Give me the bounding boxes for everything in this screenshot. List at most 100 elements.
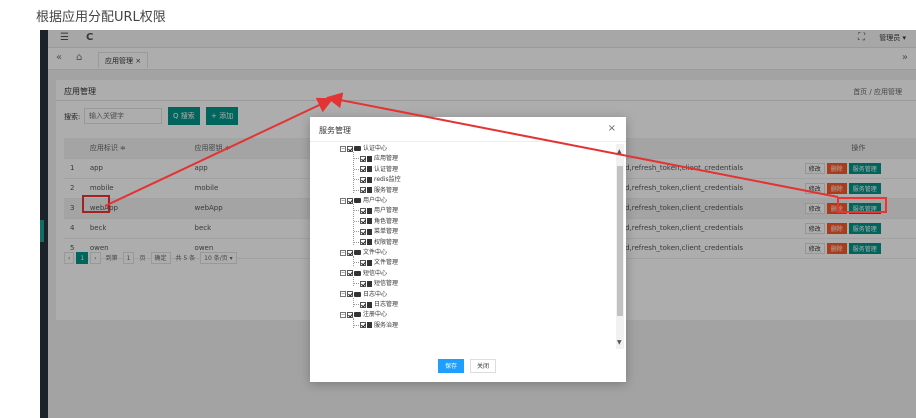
tree-item[interactable]: 应用管理: [354, 154, 398, 163]
tree-connector: [354, 231, 359, 233]
tree-connector: [354, 262, 359, 264]
save-button[interactable]: 保存: [438, 359, 465, 373]
tree-guide-line: [353, 276, 354, 287]
collapse-icon[interactable]: −: [340, 249, 346, 256]
tree-group-label: 注册中心: [363, 311, 388, 319]
folder-icon: [354, 198, 361, 203]
tree-item[interactable]: 服务管理: [354, 186, 398, 195]
tree-guide-line: [353, 318, 354, 328]
folder-icon: [354, 146, 361, 151]
file-icon: [367, 166, 372, 173]
tree-group[interactable]: − 文件中心: [340, 248, 387, 257]
tree-guide-line: [353, 152, 354, 193]
checkbox-icon[interactable]: [347, 311, 353, 318]
tree-item[interactable]: 角色管理: [354, 217, 398, 226]
tree-item[interactable]: 文件管理: [354, 258, 398, 267]
checkbox-icon[interactable]: [347, 291, 353, 298]
tree-item-label: 日志管理: [374, 301, 399, 308]
folder-icon: [354, 291, 361, 297]
tree-connector: [354, 304, 359, 305]
service-button-highlight: [837, 197, 887, 213]
file-icon: [367, 207, 372, 214]
file-icon: [367, 280, 372, 287]
checkbox-icon[interactable]: [347, 270, 353, 277]
tree-group[interactable]: − 用户中心: [340, 196, 387, 205]
tree-item[interactable]: 权限管理: [354, 238, 398, 247]
tree-group-label: 认证中心: [363, 145, 388, 152]
tree-group-label: 文件中心: [363, 249, 388, 256]
tree-item-label: redis监控: [374, 176, 401, 184]
checkbox-icon[interactable]: [360, 259, 366, 266]
app-screenshot: ☰ C ⛶ 管理员 ▾ « ⌂ 应用管理 × » 应用管理 首页 / 应用管理 …: [40, 30, 916, 418]
tree-group[interactable]: − 注册中心: [340, 310, 387, 319]
checkbox-icon[interactable]: [360, 176, 366, 183]
checkbox-icon[interactable]: [360, 155, 366, 162]
checkbox-icon[interactable]: [360, 218, 366, 225]
folder-icon: [354, 250, 361, 255]
tree-connector: [354, 158, 359, 160]
tree-item-label: 角色管理: [374, 217, 399, 225]
collapse-icon[interactable]: −: [340, 311, 346, 318]
tree-connector: [354, 179, 359, 181]
scroll-down-icon[interactable]: ▼: [617, 339, 622, 346]
tree-item-label: 菜单管理: [374, 228, 399, 236]
tree-group[interactable]: − 日志中心: [340, 290, 387, 299]
dialog-scrollbar[interactable]: ▲ ▼: [616, 144, 624, 349]
checkbox-icon[interactable]: [360, 166, 366, 173]
checkbox-icon[interactable]: [360, 239, 366, 246]
close-icon[interactable]: ×: [608, 123, 616, 134]
checkbox-icon[interactable]: [360, 301, 366, 308]
tree-item[interactable]: redis监控: [354, 175, 401, 184]
scroll-thumb[interactable]: [617, 166, 623, 316]
page-caption: 根据应用分配URL权限: [36, 10, 166, 25]
close-button[interactable]: 关闭: [470, 359, 497, 373]
tree-item[interactable]: 用户管理: [354, 206, 398, 215]
service-management-dialog: 服务管理 × − 认证中心应用管理认证管理 redis监控 服务管理 − 用户中心 用户管理…: [310, 117, 626, 382]
tree-connector: [354, 210, 359, 212]
tree-connector: [354, 283, 359, 285]
file-icon: [367, 239, 372, 246]
checkbox-icon[interactable]: [347, 145, 353, 152]
tree-connector: [354, 241, 359, 243]
file-icon: [367, 218, 372, 225]
tree-item-label: 服务治理: [374, 321, 399, 329]
tree-item-label: 短信管理: [374, 280, 399, 288]
tree-item[interactable]: 短信管理: [354, 279, 398, 288]
tree-group[interactable]: − 短信中心: [340, 269, 387, 278]
tree-guide-line: [353, 297, 354, 308]
tree-connector: [354, 220, 359, 222]
tree-group[interactable]: − 认证中心: [340, 144, 387, 153]
collapse-icon[interactable]: −: [340, 270, 346, 277]
file-icon: [367, 322, 372, 329]
tree-group-label: 日志中心: [363, 290, 388, 298]
folder-icon: [354, 312, 361, 318]
service-tree: − 认证中心应用管理认证管理 redis监控 服务管理 − 用户中心 用户管理角色管理菜单管…: [340, 144, 610, 349]
checkbox-icon[interactable]: [360, 228, 366, 235]
dialog-divider: [310, 141, 626, 142]
tree-item[interactable]: 菜单管理: [354, 227, 398, 236]
tree-item-label: 认证管理: [374, 165, 399, 173]
file-icon: [367, 228, 372, 235]
tree-connector: [354, 324, 359, 326]
tree-item-label: 服务管理: [374, 186, 399, 194]
file-icon: [367, 176, 372, 183]
collapse-icon[interactable]: −: [340, 197, 346, 204]
checkbox-icon[interactable]: [347, 197, 353, 204]
checkbox-icon[interactable]: [347, 249, 353, 256]
checkbox-icon[interactable]: [360, 207, 366, 214]
tree-item[interactable]: 认证管理: [354, 165, 398, 174]
tree-item[interactable]: 服务治理: [354, 321, 398, 330]
collapse-icon[interactable]: −: [340, 291, 346, 298]
tree-group-label: 短信中心: [363, 269, 388, 277]
checkbox-icon[interactable]: [360, 322, 366, 329]
tree-connector: [354, 189, 359, 191]
tree-guide-line: [353, 256, 354, 266]
file-icon: [367, 155, 372, 162]
file-icon: [367, 187, 372, 194]
scroll-up-icon[interactable]: ▲: [617, 148, 622, 155]
checkbox-icon[interactable]: [360, 280, 366, 287]
checkbox-icon[interactable]: [360, 187, 366, 194]
collapse-icon[interactable]: −: [340, 145, 346, 152]
tree-connector: [354, 168, 359, 170]
tree-item[interactable]: 日志管理: [354, 300, 398, 309]
